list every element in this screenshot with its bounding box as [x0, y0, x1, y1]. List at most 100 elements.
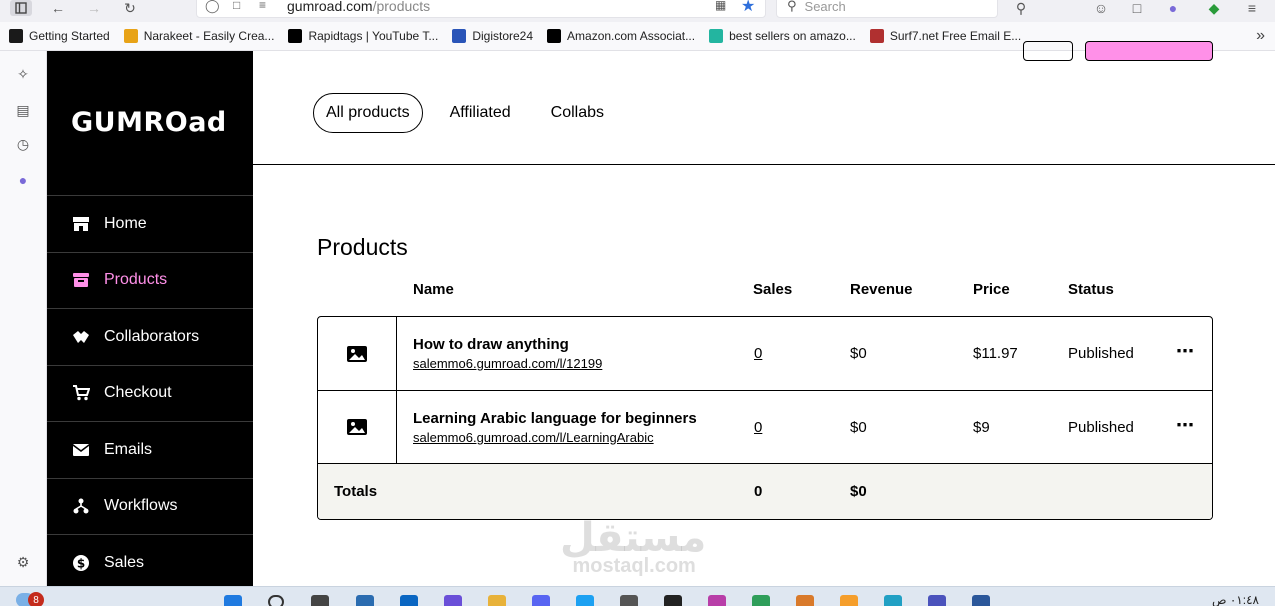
more-options-icon[interactable]: ⋯ — [1176, 341, 1195, 362]
bookmark-item[interactable]: Amazon.com Associat... — [547, 29, 695, 43]
product-name[interactable]: Learning Arabic language for beginners — [413, 410, 697, 427]
more-options-icon[interactable]: ⋯ — [1176, 415, 1195, 436]
bookmark-label: Surf7.net Free Email E... — [889, 29, 1022, 43]
colorful-extension-icon[interactable]: ◆ — [1205, 0, 1223, 16]
bookmark-item[interactable]: best sellers on amazo... — [709, 29, 856, 43]
column-header-name[interactable]: Name — [413, 281, 454, 298]
app-icon[interactable] — [796, 595, 814, 606]
column-header-sales[interactable]: Sales — [753, 281, 792, 298]
products-icon — [71, 270, 91, 290]
sales-count[interactable]: 0 — [754, 419, 762, 436]
search-input[interactable]: ⚲ Search — [776, 0, 998, 18]
sidebar-item-emails[interactable]: Emails — [47, 421, 253, 477]
system-clock[interactable]: ٠١:٤٨ ص — [1212, 593, 1259, 606]
column-header-price[interactable]: Price — [973, 281, 1010, 298]
tab-all-products[interactable]: All products — [313, 93, 423, 133]
forward-icon[interactable]: → — [84, 0, 104, 16]
extensions-icon[interactable]: □ — [1128, 0, 1146, 16]
bookmark-item[interactable]: Narakeet - Easily Crea... — [123, 29, 275, 43]
product-name[interactable]: How to draw anything — [413, 336, 602, 353]
table-row[interactable]: How to draw anything salemmo6.gumroad.co… — [318, 317, 1212, 391]
sidebar-item-home[interactable]: Home — [47, 195, 253, 251]
copilot-icon[interactable] — [444, 595, 462, 606]
amazon-icon — [547, 29, 562, 43]
product-name-cell: How to draw anything salemmo6.gumroad.co… — [413, 336, 602, 371]
edge-icon[interactable] — [576, 595, 594, 606]
tab-affiliated[interactable]: Affiliated — [437, 93, 524, 133]
tab-collabs[interactable]: Collabs — [538, 93, 617, 133]
page-title: Products — [317, 234, 408, 260]
bookmark-item[interactable]: Digistore24 — [452, 29, 533, 43]
lock-icon[interactable]: □ — [233, 0, 240, 12]
column-header-revenue[interactable]: Revenue — [850, 281, 913, 298]
outlook-icon[interactable] — [400, 595, 418, 606]
search-icon[interactable] — [268, 595, 284, 606]
menu-icon[interactable]: ≡ — [1243, 0, 1261, 16]
sidebar-item-products[interactable]: Products — [47, 251, 253, 308]
mouse-icon[interactable] — [620, 595, 638, 606]
rapidtags-icon — [288, 29, 303, 43]
account-icon[interactable]: ☺ — [1092, 0, 1110, 16]
sidebar-item-sales[interactable]: $ Sales — [47, 534, 253, 590]
translate-icon[interactable]: ▦ — [715, 0, 726, 12]
totals-sales: 0 — [754, 483, 763, 500]
settings-gear-icon[interactable]: ⚙ — [14, 553, 32, 571]
history-icon[interactable]: ◷ — [14, 135, 32, 153]
sidebar-item-label: Checkout — [104, 384, 172, 401]
app-sidebar: GUMROad Home Products Collaborators Checkou… — [47, 51, 253, 586]
narakeet-icon — [123, 29, 138, 43]
sales-count[interactable]: 0 — [754, 345, 762, 362]
bookmark-label: Narakeet - Easily Crea... — [143, 29, 275, 43]
product-link[interactable]: salemmo6.gumroad.com/l/12199 — [413, 356, 602, 371]
extension-icon[interactable]: ● — [1164, 0, 1182, 16]
discord-icon[interactable] — [532, 595, 550, 606]
teams-icon[interactable] — [928, 595, 946, 606]
ai-chatbot-icon[interactable]: ✧ — [14, 65, 32, 83]
url-path: /products — [372, 0, 431, 14]
bookmark-item[interactable]: Rapidtags | YouTube T... — [288, 29, 438, 43]
widgets-icon[interactable] — [356, 595, 374, 606]
task-view-icon[interactable] — [311, 595, 329, 606]
main-content: All products Affiliated Collabs Products… — [253, 41, 1275, 586]
new-product-button[interactable] — [1085, 41, 1213, 61]
bookmark-label: best sellers on amazo... — [729, 29, 856, 43]
bookmark-item[interactable]: Surf7.net Free Email E... — [869, 29, 1022, 43]
app-icon[interactable] — [884, 595, 902, 606]
header-button[interactable] — [1023, 41, 1073, 61]
status-value: Published — [1068, 345, 1134, 362]
product-link[interactable]: salemmo6.gumroad.com/l/LearningArabic — [413, 430, 697, 445]
sidebar-item-checkout[interactable]: Checkout — [47, 364, 253, 421]
start-icon[interactable] — [224, 595, 242, 606]
sidebar-item-collaborators[interactable]: Collaborators — [47, 308, 253, 364]
watermark: مستقل mostaql.com — [560, 515, 706, 578]
totals-row: Totals 0 $0 — [318, 464, 1212, 519]
workflows-icon — [71, 496, 91, 516]
product-name-cell: Learning Arabic language for beginners s… — [413, 410, 697, 445]
product-thumbnail — [318, 391, 397, 463]
product-thumbnail — [318, 317, 397, 390]
column-header-status[interactable]: Status — [1068, 281, 1114, 298]
extension-icon[interactable]: ● — [14, 171, 32, 189]
sidebar-toggle-icon[interactable] — [10, 0, 32, 16]
bookmark-item[interactable]: Getting Started — [9, 29, 110, 43]
zoom-icon[interactable]: ⚲ — [1012, 0, 1030, 16]
app-icon[interactable] — [708, 595, 726, 606]
github-icon[interactable] — [664, 595, 682, 606]
reload-icon[interactable]: ↻ — [120, 0, 140, 16]
sidebar-item-workflows[interactable]: Workflows — [47, 477, 253, 534]
back-icon[interactable]: ← — [48, 0, 68, 16]
firefox-icon[interactable] — [840, 595, 858, 606]
synced-tabs-icon[interactable]: ▤ — [14, 101, 32, 119]
search-icon: ⚲ — [787, 0, 797, 13]
permissions-icon[interactable]: ≡ — [259, 0, 266, 12]
table-row[interactable]: Learning Arabic language for beginners s… — [318, 391, 1212, 464]
shield-icon[interactable]: ◯ — [205, 0, 220, 14]
word-icon[interactable] — [972, 595, 990, 606]
more-bookmarks-icon[interactable]: » — [1256, 27, 1265, 45]
address-bar[interactable]: ◯ □ ≡ gumroad.com/products ▦ ★ — [196, 0, 766, 18]
chrome-icon[interactable] — [752, 595, 770, 606]
gumroad-logo[interactable]: GUMROad — [71, 107, 227, 138]
file-explorer-icon[interactable] — [488, 595, 506, 606]
svg-text:$: $ — [77, 556, 85, 570]
bookmark-star-icon[interactable]: ★ — [741, 0, 755, 16]
